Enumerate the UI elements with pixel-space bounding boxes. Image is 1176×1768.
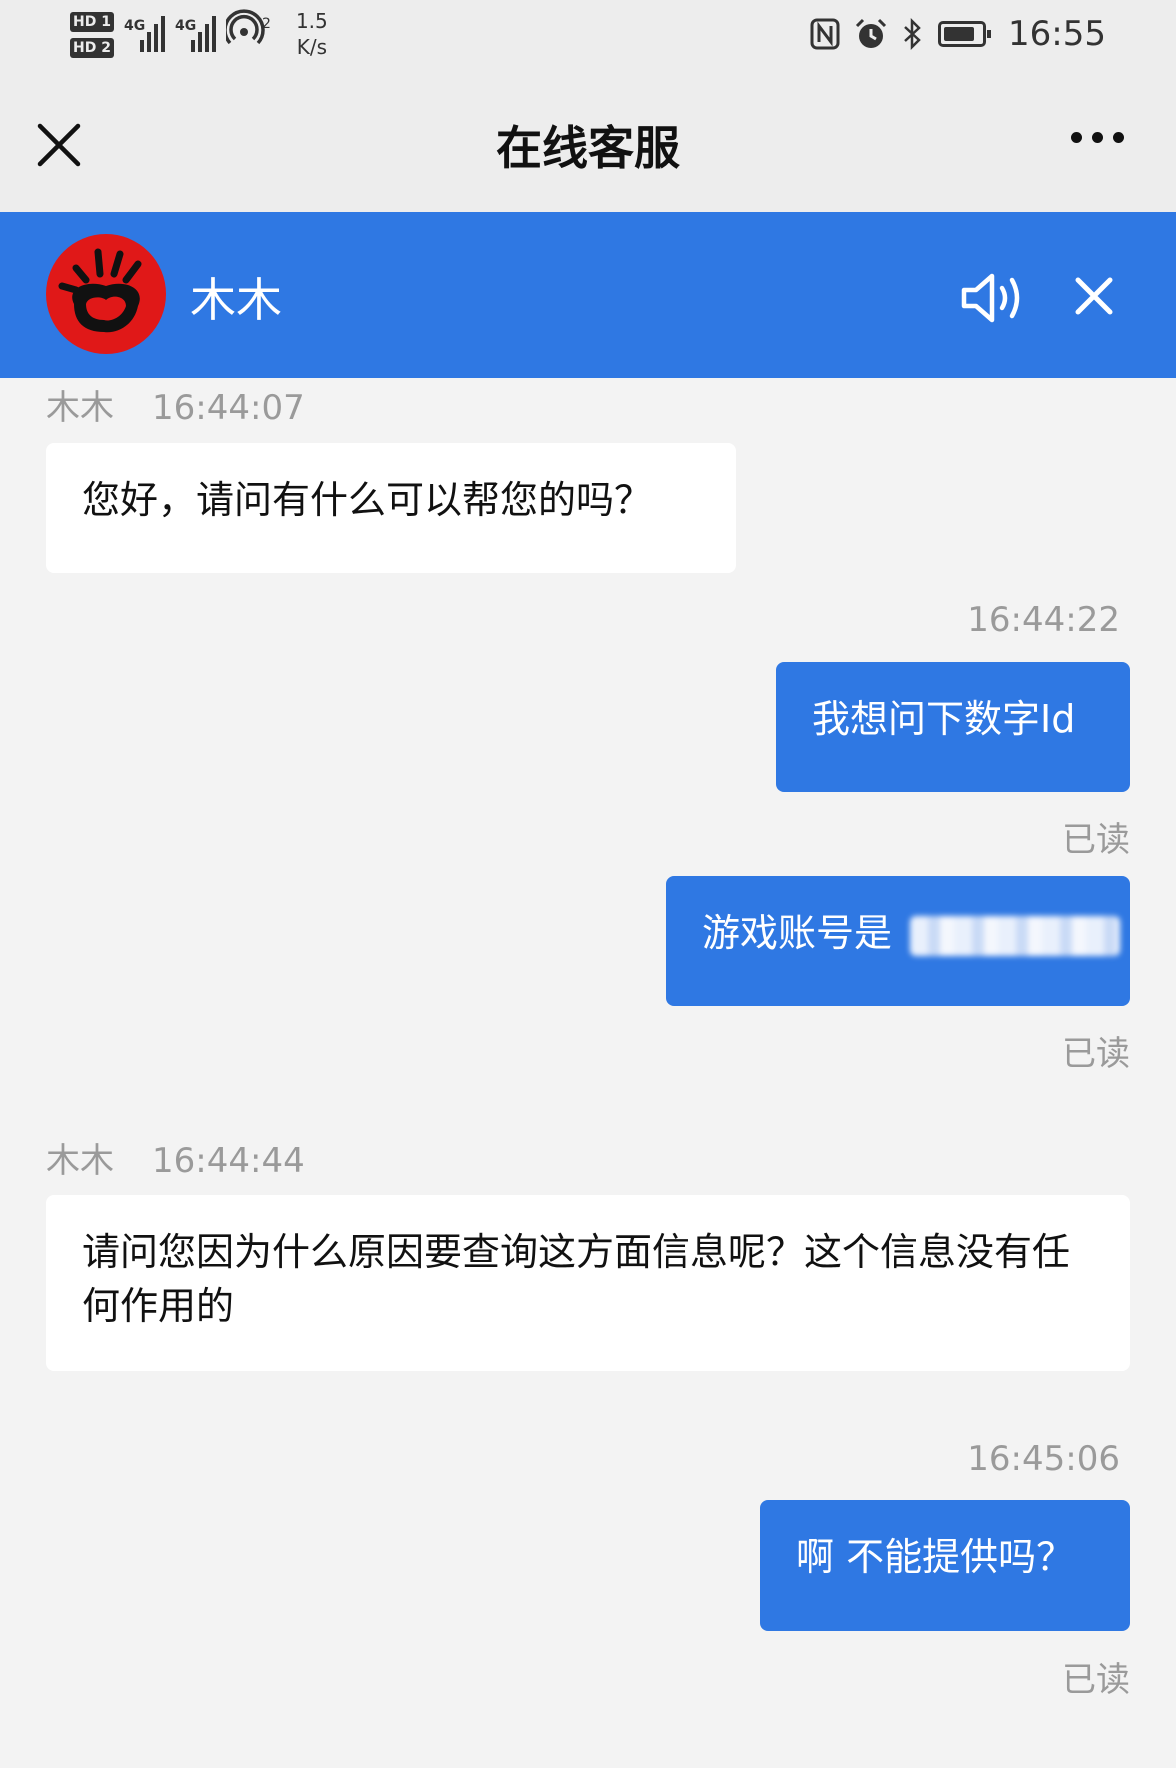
message-time: 16:44:44 — [152, 1141, 305, 1181]
redacted-blur — [910, 915, 1121, 956]
status-right: 16:55 — [810, 14, 1106, 54]
message-text: 您好，请问有什么可以帮您的吗？ — [82, 478, 653, 522]
message-bubble-incoming[interactable]: 您好，请问有什么可以帮您的吗？ — [46, 443, 736, 573]
message-meta: 木木 16:44:07 — [46, 380, 305, 429]
message-text: 我想问下数字Id — [812, 697, 1076, 741]
bluetooth-icon — [904, 17, 921, 51]
message-bubble-outgoing[interactable]: 啊 不能提供吗？ — [760, 1500, 1130, 1631]
message-time: 16:44:22 — [967, 600, 1120, 640]
message-bubble-outgoing[interactable]: 我想问下数字Id — [776, 662, 1130, 792]
page-title: 在线客服 — [496, 121, 680, 175]
network-speed: 1.5 K/s — [295, 9, 328, 59]
sim2-badge: HD 2 — [70, 38, 114, 58]
message-meta: 木木 16:44:44 — [46, 1133, 305, 1182]
sender-name: 木木 — [46, 1141, 114, 1181]
alarm-icon — [855, 18, 887, 48]
clock: 16:55 — [1008, 14, 1106, 54]
status-left: HD 1 HD 2 4G 4G 2 1.5 K/s — [70, 8, 328, 60]
read-status: 已读 — [1062, 820, 1130, 860]
message-time: 16:44:07 — [152, 388, 305, 428]
message-bubble-outgoing[interactable]: 游戏账号是 — [666, 876, 1130, 1006]
read-status: 已读 — [1062, 1034, 1130, 1074]
nfc-icon — [810, 18, 840, 50]
signal-icon-1: 4G — [124, 8, 165, 52]
status-bar: HD 1 HD 2 4G 4G 2 1.5 K/s 16:55 — [0, 0, 1176, 80]
avatar[interactable] — [46, 234, 166, 354]
page-header: 在线客服 — [0, 80, 1176, 212]
more-icon[interactable] — [1071, 132, 1124, 143]
message-text: 啊 不能提供吗？ — [796, 1535, 1075, 1579]
sim-badges: HD 1 HD 2 — [70, 12, 114, 58]
message-time: 16:45:06 — [967, 1439, 1120, 1479]
avatar-face-icon — [58, 248, 142, 333]
speaker-icon[interactable] — [958, 270, 1028, 326]
close-icon[interactable] — [1072, 274, 1116, 318]
hotspot-icon: 2 — [225, 9, 271, 45]
message-text: 请问您因为什么原因要查询这方面信息呢？这个信息没有任何作用的 — [82, 1230, 1071, 1328]
signal-icon-2: 4G — [175, 8, 216, 52]
sender-name: 木木 — [46, 388, 114, 428]
message-bubble-incoming[interactable]: 请问您因为什么原因要查询这方面信息呢？这个信息没有任何作用的 — [46, 1195, 1130, 1371]
svg-text:2: 2 — [262, 16, 271, 32]
sim1-badge: HD 1 — [70, 12, 114, 32]
battery-icon — [938, 21, 992, 47]
message-text: 游戏账号是 — [702, 911, 905, 955]
agent-name: 木木 — [190, 273, 282, 327]
agent-bar: 木木 — [0, 212, 1176, 378]
read-status: 已读 — [1062, 1660, 1130, 1700]
